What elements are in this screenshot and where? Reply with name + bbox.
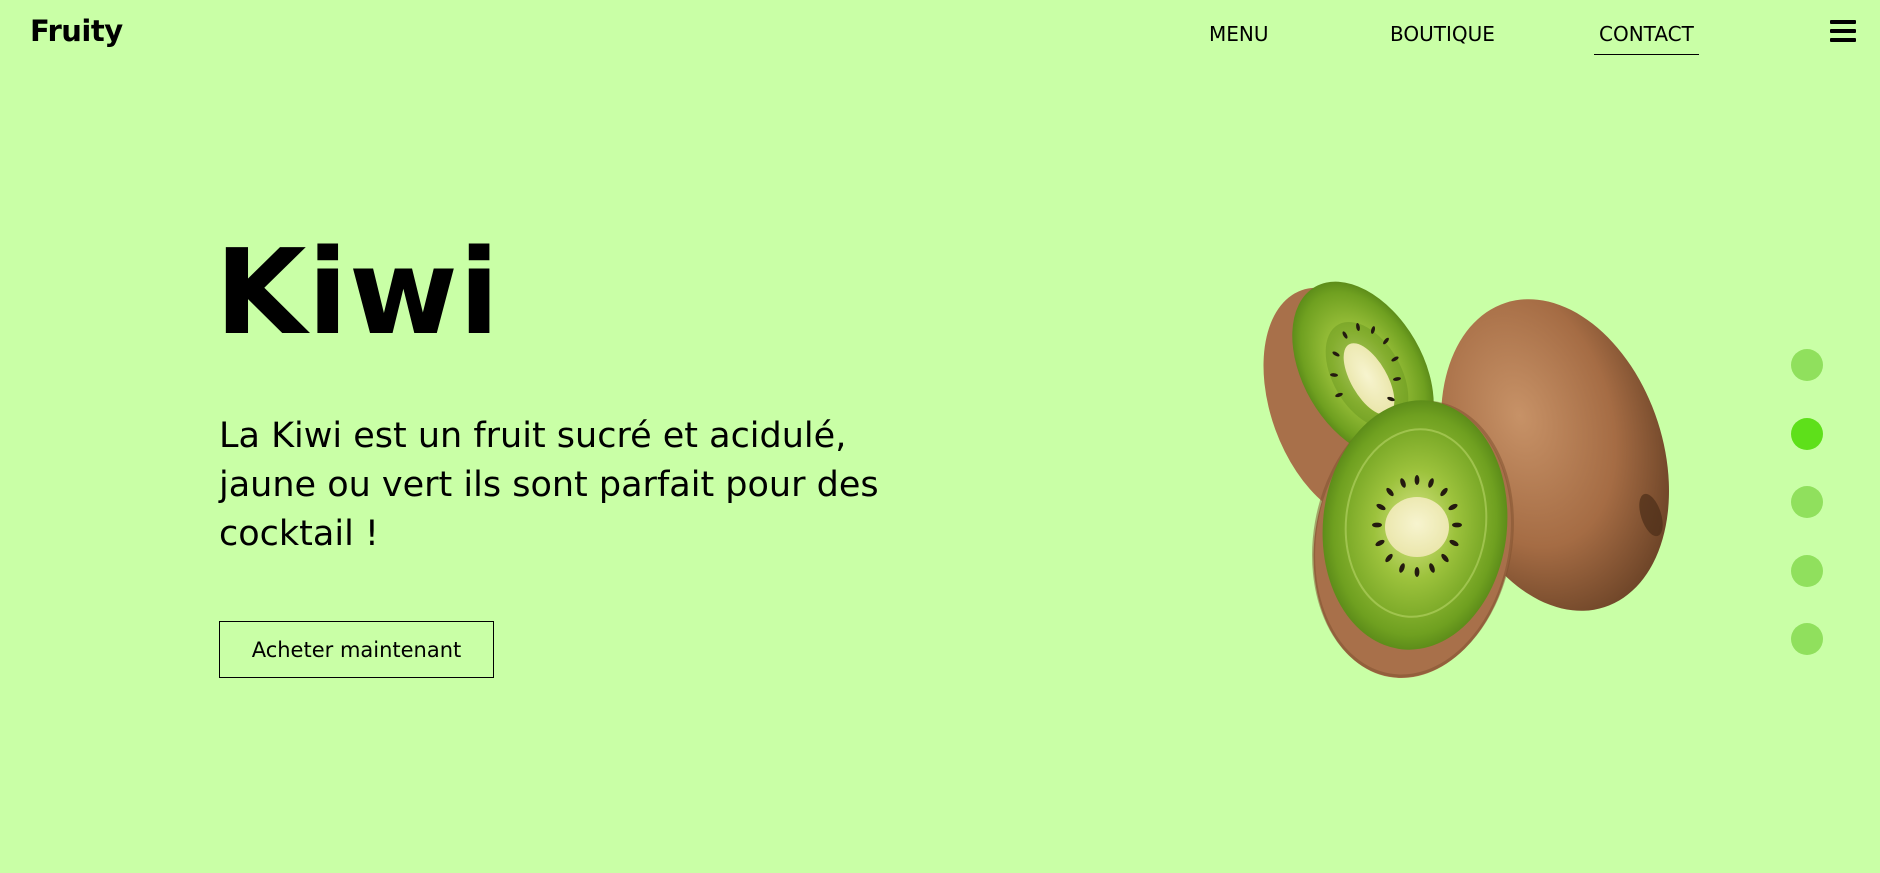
page: Fruity MENU BOUTIQUE CONTACT Kiwi La Kiw… — [0, 0, 1880, 873]
hero-title: Kiwi — [215, 223, 501, 361]
buy-now-button[interactable]: Acheter maintenant — [219, 621, 494, 678]
slider-dot-5[interactable] — [1791, 623, 1823, 655]
hamburger-bar — [1830, 20, 1856, 24]
top-nav: MENU BOUTIQUE CONTACT — [0, 22, 1880, 58]
slider-dot-3[interactable] — [1791, 486, 1823, 518]
slider-dots — [1791, 349, 1823, 692]
hero-description: La Kiwi est un fruit sucré et acidulé, j… — [219, 416, 879, 554]
hamburger-menu-icon[interactable] — [1830, 20, 1856, 42]
slider-dot-1[interactable] — [1791, 349, 1823, 381]
kiwi-fruit-image — [1263, 281, 1669, 678]
hamburger-bar — [1830, 38, 1856, 42]
nav-item-menu[interactable]: MENU — [1204, 22, 1274, 54]
nav-item-contact[interactable]: CONTACT — [1594, 22, 1699, 55]
slider-dot-2[interactable] — [1791, 417, 1823, 450]
hamburger-bar — [1830, 29, 1856, 33]
nav-item-boutique[interactable]: BOUTIQUE — [1385, 22, 1500, 54]
slider-dot-4[interactable] — [1791, 554, 1823, 587]
